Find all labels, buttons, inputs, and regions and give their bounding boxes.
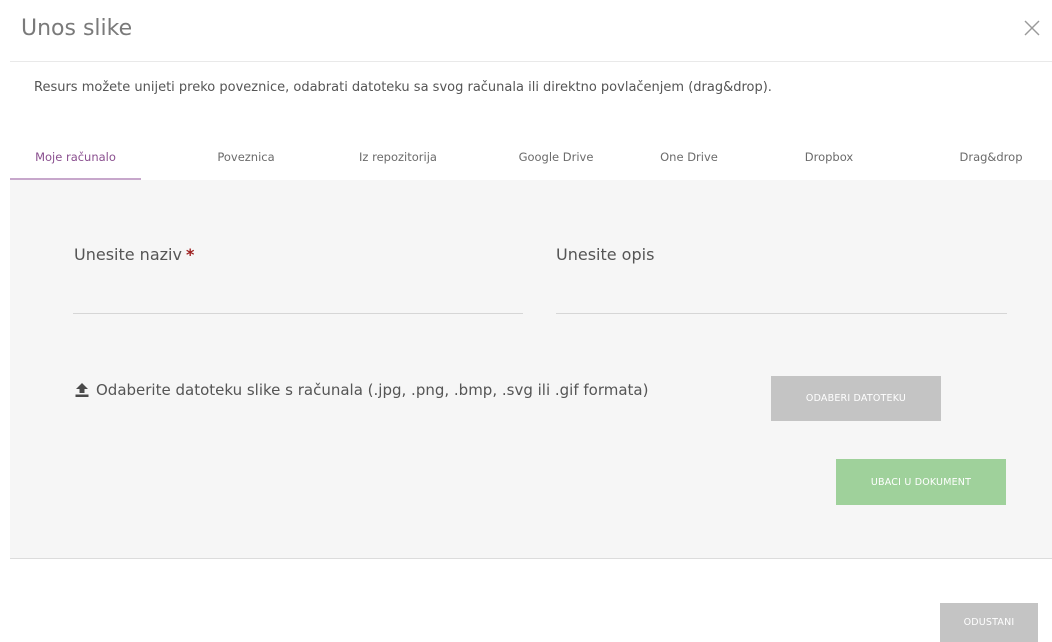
tab-poveznica[interactable]: Poveznica bbox=[186, 144, 306, 180]
dialog-title: Unos slike bbox=[21, 16, 133, 41]
tab-iz-repozitorija[interactable]: Iz repozitorija bbox=[333, 144, 463, 180]
source-tabs: Moje računalo Poveznica Iz repozitorija … bbox=[10, 144, 1052, 180]
tab-drag-and-drop[interactable]: Drag&drop bbox=[936, 144, 1046, 180]
upload-instruction-text: Odaberite datoteku slike s računala (.jp… bbox=[96, 381, 649, 399]
required-marker: * bbox=[185, 245, 195, 264]
tab-dropbox[interactable]: Dropbox bbox=[779, 144, 879, 180]
tab-google-drive[interactable]: Google Drive bbox=[496, 144, 616, 180]
image-insert-dialog: Unos slike Resurs možete unijeti preko p… bbox=[0, 0, 1052, 642]
upload-panel: Unesite naziv * Unesite opis Odaberite da… bbox=[10, 180, 1052, 559]
name-field-label: Unesite naziv * bbox=[74, 244, 194, 266]
name-input[interactable] bbox=[73, 285, 523, 314]
close-icon[interactable] bbox=[1022, 18, 1042, 38]
upload-icon bbox=[74, 382, 90, 398]
header-divider bbox=[10, 61, 1052, 62]
intro-text: Resurs možete unijeti preko poveznice, o… bbox=[34, 80, 772, 95]
tab-one-drive[interactable]: One Drive bbox=[634, 144, 744, 180]
description-field-label: Unesite opis bbox=[556, 245, 655, 264]
cancel-button[interactable]: ODUSTANI bbox=[940, 603, 1038, 642]
name-label-text: Unesite naziv bbox=[74, 245, 182, 264]
upload-instruction: Odaberite datoteku slike s računala (.jp… bbox=[74, 378, 648, 402]
tab-moje-racunalo[interactable]: Moje računalo bbox=[10, 144, 141, 180]
choose-file-button[interactable]: ODABERI DATOTEKU bbox=[771, 376, 941, 421]
description-input[interactable] bbox=[556, 285, 1007, 314]
insert-into-document-button[interactable]: UBACI U DOKUMENT bbox=[836, 459, 1006, 505]
